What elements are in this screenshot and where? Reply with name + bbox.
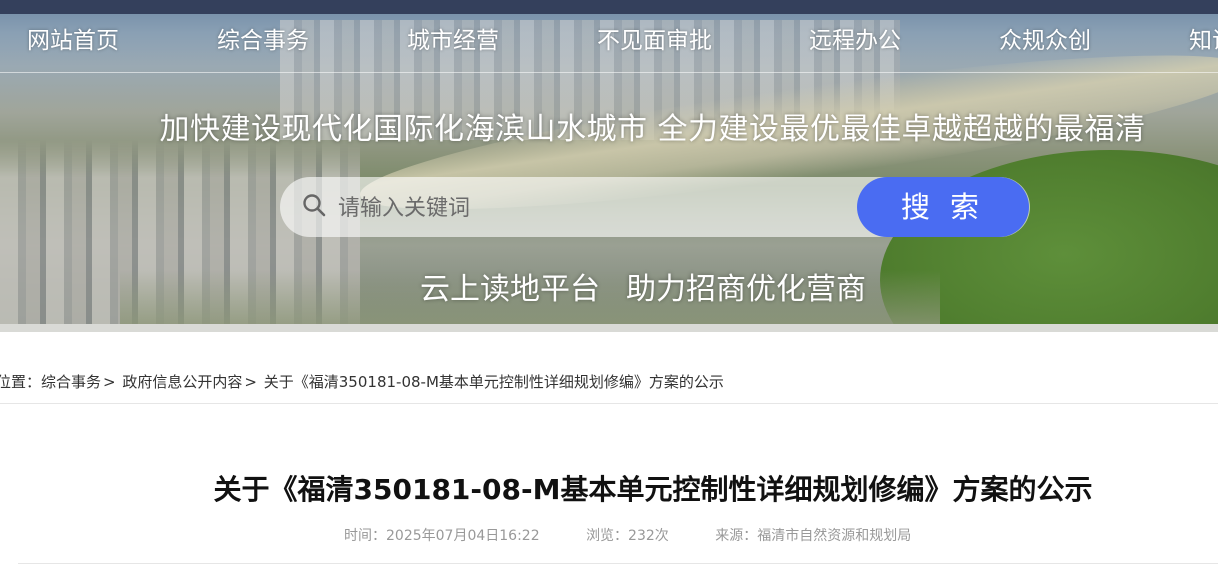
breadcrumb-separator: > [244, 373, 257, 391]
article-meta: 时间：2025年07月04日16:22 浏览：232次 来源：福清市自然资源和规… [344, 525, 911, 545]
nav-divider [0, 72, 1218, 73]
nav-item-public-planning[interactable]: 众规众创 [999, 24, 1091, 58]
nav-item-city-operation[interactable]: 城市经营 [407, 24, 499, 58]
header-banner: 网站首页 综合事务 城市经营 不见面审批 远程办公 众规众创 知识 加快建设现代… [0, 0, 1218, 332]
search-icon [302, 193, 326, 217]
breadcrumb: 位置：综合事务 > 政府信息公开内容 > 关于《福清350181-08-M基本单元控… [0, 370, 724, 394]
breadcrumb-separator: > [103, 373, 116, 391]
search-input[interactable] [336, 185, 840, 231]
search-button[interactable]: 搜 索 [857, 177, 1029, 237]
breadcrumb-link-general-affairs[interactable]: 综合事务 [41, 373, 101, 391]
breadcrumb-divider [0, 403, 1218, 404]
banner-top-strip [0, 0, 1218, 14]
banner-sub-slogan: 云上读地平台 助力招商优化营商 [420, 264, 866, 308]
nav-item-remote-approval[interactable]: 不见面审批 [597, 24, 712, 58]
nav-item-knowledge[interactable]: 知识 [1189, 24, 1218, 58]
banner-slogan: 加快建设现代化国际化海滨山水城市 全力建设最优最佳卓越超越的最福清 [159, 112, 1146, 147]
nav-item-remote-office[interactable]: 远程办公 [809, 24, 901, 58]
breadcrumb-current: 关于《福清350181-08-M基本单元控制性详细规划修编》方案的公示 [263, 373, 724, 391]
sub-slogan-business: 助力招商优化营商 [626, 272, 866, 307]
nav-item-general-affairs[interactable]: 综合事务 [217, 24, 309, 58]
article-views: 浏览：232次 [586, 528, 669, 544]
main-nav: 网站首页 综合事务 城市经营 不见面审批 远程办公 众规众创 知识 [0, 24, 1218, 58]
breadcrumb-link-gov-info[interactable]: 政府信息公开内容 [122, 373, 242, 391]
banner-bottom-bar [0, 324, 1218, 332]
sub-slogan-platform: 云上读地平台 [420, 272, 600, 307]
article-source: 来源：福清市自然资源和规划局 [715, 528, 912, 544]
article-divider [18, 563, 1218, 564]
article-title: 关于《福清350181-08-M基本单元控制性详细规划修编》方案的公示 [213, 473, 1093, 506]
nav-item-home[interactable]: 网站首页 [27, 24, 119, 58]
breadcrumb-prefix: 位置： [0, 373, 42, 391]
article-time: 时间：2025年07月04日16:22 [344, 528, 540, 544]
